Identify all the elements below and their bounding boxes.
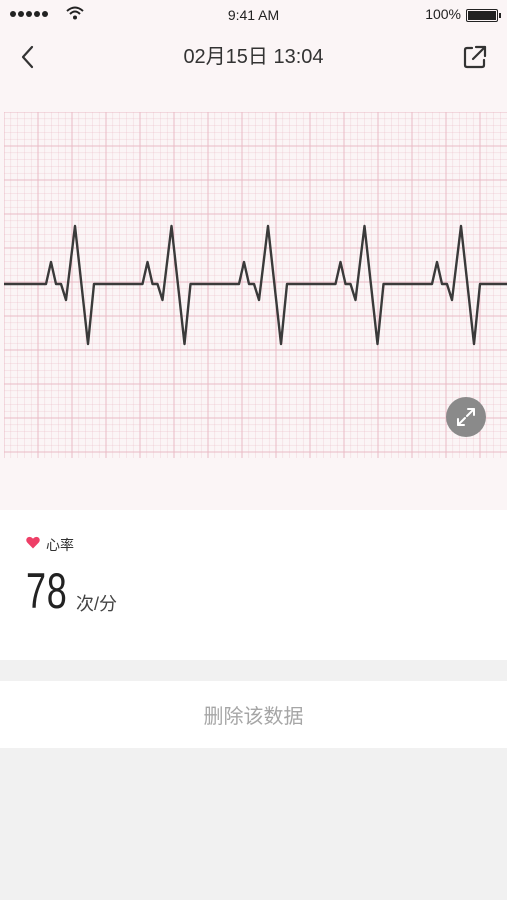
record-header-area: 9:41 AM 100% 02月15日 13:04 (0, 0, 507, 510)
heart-rate-unit: 次/分 (76, 594, 118, 614)
heart-rate-card: 心率 78 次/分 (0, 510, 507, 660)
delete-data-label: 删除该数据 (203, 706, 304, 728)
heart-icon (26, 536, 40, 549)
heart-rate-value: 78 (26, 563, 68, 619)
delete-data-button[interactable]: 删除该数据 (0, 681, 507, 748)
expand-button[interactable] (446, 397, 486, 437)
heart-rate-label: 心率 (46, 537, 74, 553)
battery-icon (466, 9, 501, 22)
nav-bar: 02月15日 13:04 (0, 30, 507, 80)
expand-icon (457, 408, 475, 426)
ecg-chart (4, 112, 507, 458)
external-link-icon[interactable] (461, 43, 489, 71)
status-bar: 9:41 AM 100% (0, 0, 507, 30)
page-title: 02月15日 13:04 (183, 46, 324, 68)
battery-percent: 100% (425, 6, 461, 22)
